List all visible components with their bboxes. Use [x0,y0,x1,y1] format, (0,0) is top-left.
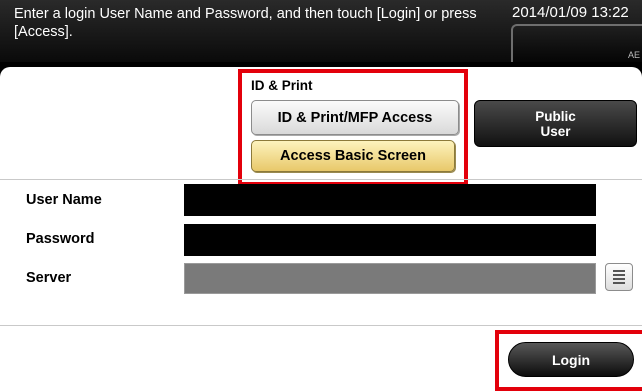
status-box[interactable]: AE [511,24,642,62]
form-divider-top [0,179,642,180]
list-icon-line [613,282,625,284]
password-label: Password [26,231,95,247]
password-input[interactable] [184,224,596,256]
public-user-label-line2: User [540,123,571,139]
header-bar: Enter a login User Name and Password, an… [0,0,642,62]
id-print-access-button[interactable]: ID & Print/MFP Access [251,100,459,135]
list-icon-line [613,270,625,272]
list-icon-line [613,278,625,280]
instruction-message: Enter a login User Name and Password, an… [14,6,477,40]
access-basic-screen-button[interactable]: Access Basic Screen [251,140,455,172]
public-user-label-line1: Public [535,108,576,124]
datetime-display: 2014/01/09 13:22 [512,4,629,21]
login-button[interactable]: Login [508,342,634,377]
server-input[interactable] [184,263,596,294]
list-icon-line [613,274,625,276]
list-icon[interactable] [605,263,633,291]
user-name-label: User Name [26,192,102,208]
status-box-icon: AE [627,50,640,60]
server-label: Server [26,270,72,286]
public-user-button[interactable]: Public User [474,100,637,147]
auth-group-label: ID & Print [251,78,313,93]
user-name-input[interactable] [184,184,596,216]
form-divider-bottom [0,325,642,326]
